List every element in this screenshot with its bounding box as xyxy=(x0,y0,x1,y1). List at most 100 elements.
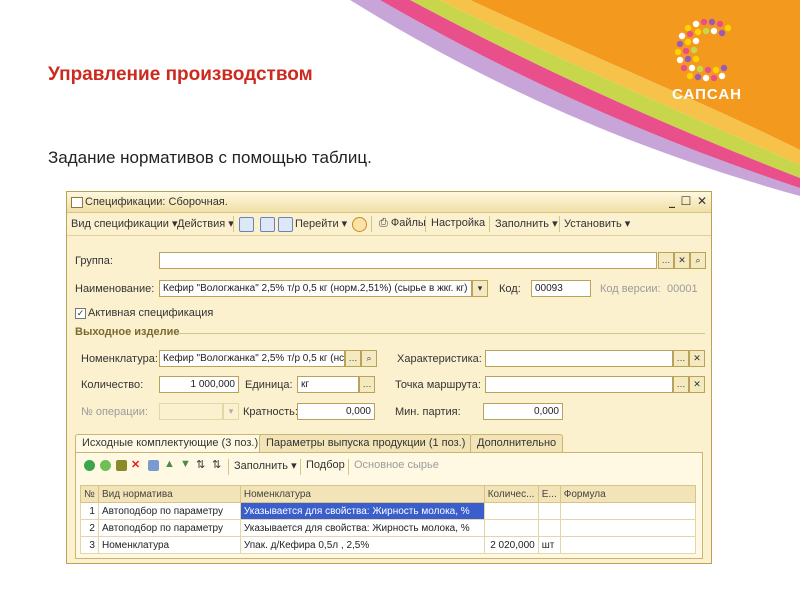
window-titlebar[interactable]: Спецификации: Сборочная. _ ☐ ✕ xyxy=(67,192,711,213)
row-kind[interactable]: Номенклатура xyxy=(97,536,241,554)
structure-icon[interactable] xyxy=(260,217,275,232)
route-point-select-button[interactable]: … xyxy=(673,376,689,393)
nomenclature-field[interactable]: Кефир "Вологжанка" 2,5% т/р 0,5 кг (нс xyxy=(159,350,345,367)
set-menu[interactable]: Установить ▾ xyxy=(564,217,630,230)
multiplicity-field[interactable]: 0,000 xyxy=(297,403,375,420)
sapsan-logo-icon xyxy=(674,18,732,82)
characteristic-field[interactable] xyxy=(485,350,673,367)
unit-label: Единица: xyxy=(245,379,293,391)
col-header-quantity[interactable]: Количес... xyxy=(483,485,539,503)
characteristic-label: Характеристика: xyxy=(397,353,482,365)
row-nomenclature[interactable]: Указывается для свойства: Жирность молок… xyxy=(239,502,485,520)
goto-menu[interactable]: Перейти ▾ xyxy=(295,217,347,230)
route-point-label: Точка маршрута: xyxy=(395,379,481,391)
toolbar-separator xyxy=(425,216,426,232)
group-field[interactable] xyxy=(159,252,657,269)
row-nomenclature[interactable]: Указывается для свойства: Жирность молок… xyxy=(239,519,485,537)
table-row[interactable]: 1 Автоподбор по параметру Указывается дл… xyxy=(80,502,697,520)
group-select-button[interactable]: … xyxy=(658,252,674,269)
tab-additional[interactable]: Дополнительно xyxy=(470,434,564,452)
chevron-down-icon: ▾ xyxy=(624,218,631,230)
row-unit[interactable]: шт xyxy=(537,536,561,554)
row-quantity[interactable]: 2 020,000 xyxy=(483,536,539,554)
refresh-icon[interactable] xyxy=(278,217,293,232)
actions-label: Действия xyxy=(177,218,226,230)
panel-fill-menu[interactable]: Заполнить ▾ xyxy=(234,459,297,472)
row-formula[interactable] xyxy=(559,536,697,554)
components-panel: ✕ ▲ ▼ ⇅ ⇅ Заполнить ▾ Подбор Основное сы… xyxy=(75,452,703,559)
end-edit-icon[interactable] xyxy=(148,460,159,471)
row-formula[interactable] xyxy=(559,519,697,537)
row-nomenclature[interactable]: Упак. д/Кефира 0,5л , 2,5% xyxy=(239,536,485,554)
group-search-icon[interactable]: ⌕ xyxy=(690,252,706,269)
chevron-down-icon: ▾ xyxy=(341,218,348,230)
edit-row-icon[interactable] xyxy=(116,460,127,471)
panel-fill-label: Заполнить xyxy=(234,460,289,472)
tab-source-components[interactable]: Исходные комплектующие (3 поз.) xyxy=(75,434,266,453)
spec-kind-menu[interactable]: Вид спецификации ▾ xyxy=(71,217,178,230)
slide-subtitle: Задание нормативов с помощью таблиц. xyxy=(48,148,372,167)
row-kind[interactable]: Автоподбор по параметру xyxy=(97,502,241,520)
sort-desc-icon[interactable]: ⇅ xyxy=(212,458,221,471)
post-icon[interactable] xyxy=(239,217,254,232)
characteristic-select-button[interactable]: … xyxy=(673,350,689,367)
row-formula[interactable] xyxy=(559,502,697,520)
quantity-label: Количество: xyxy=(81,379,144,391)
code-field[interactable]: 00093 xyxy=(531,280,591,297)
select-button[interactable]: Подбор xyxy=(306,459,345,471)
chevron-down-icon: ▾ xyxy=(552,218,558,230)
col-header-unit[interactable]: Е... xyxy=(537,485,561,503)
col-header-formula[interactable]: Формула xyxy=(559,485,697,503)
operation-label: № операции: xyxy=(81,406,148,418)
nomenclature-select-button[interactable]: … xyxy=(345,350,361,367)
table-row[interactable]: 2 Автоподбор по параметру Указывается дл… xyxy=(80,519,697,537)
min-batch-field[interactable]: 0,000 xyxy=(483,403,563,420)
row-quantity[interactable] xyxy=(483,502,539,520)
add-row-icon[interactable] xyxy=(84,460,95,471)
toolbar-separator xyxy=(300,459,301,475)
components-table: № Вид норматива Номенклатура Количес... … xyxy=(80,485,697,554)
files-label: Файлы xyxy=(390,217,426,229)
group-label: Группа: xyxy=(75,255,113,267)
move-up-icon[interactable]: ▲ xyxy=(164,458,175,470)
minimize-button[interactable]: _ xyxy=(665,194,679,208)
col-header-nomenclature[interactable]: Номенклатура xyxy=(239,485,485,503)
nomenclature-search-icon[interactable]: ⌕ xyxy=(361,350,377,367)
maximize-button[interactable]: ☐ xyxy=(679,194,693,208)
sort-asc-icon[interactable]: ⇅ xyxy=(196,458,205,471)
fill-menu[interactable]: Заполнить ▾ xyxy=(495,217,558,230)
copy-row-icon[interactable] xyxy=(100,460,111,471)
route-point-clear-button[interactable]: ✕ xyxy=(689,376,705,393)
tab-output-params[interactable]: Параметры выпуска продукции (1 поз.) xyxy=(259,434,473,452)
col-header-number[interactable]: № xyxy=(80,485,99,503)
unit-field[interactable]: кг xyxy=(297,376,359,393)
toolbar-separator xyxy=(233,216,234,232)
row-unit[interactable] xyxy=(537,519,561,537)
row-quantity[interactable] xyxy=(483,519,539,537)
name-dropdown-button[interactable]: ▾ xyxy=(472,280,488,297)
multiplicity-label: Кратность: xyxy=(243,406,298,418)
name-field[interactable]: Кефир "Вологжанка" 2,5% т/р 0,5 кг (норм… xyxy=(159,280,472,297)
route-point-field[interactable] xyxy=(485,376,673,393)
name-label: Наименование: xyxy=(75,283,155,295)
delete-row-icon[interactable]: ✕ xyxy=(131,458,140,471)
window-title: Спецификации: Сборочная. xyxy=(85,196,228,208)
close-button[interactable]: ✕ xyxy=(695,194,709,208)
active-spec-checkbox[interactable]: ✓ xyxy=(75,308,86,319)
table-row[interactable]: 3 Номенклатура Упак. д/Кефира 0,5л , 2,5… xyxy=(80,536,697,554)
files-button[interactable]: ⎙ Файлы xyxy=(379,217,426,230)
goto-label: Перейти xyxy=(295,218,339,230)
settings-button[interactable]: Настройка xyxy=(431,217,485,229)
unit-select-button[interactable]: … xyxy=(359,376,375,393)
row-kind[interactable]: Автоподбор по параметру xyxy=(97,519,241,537)
quantity-field[interactable]: 1 000,000 xyxy=(159,376,239,393)
group-clear-button[interactable]: ✕ xyxy=(674,252,690,269)
characteristic-clear-button[interactable]: ✕ xyxy=(689,350,705,367)
move-down-icon[interactable]: ▼ xyxy=(180,458,191,470)
help-icon[interactable] xyxy=(352,217,367,232)
spec-window: Спецификации: Сборочная. _ ☐ ✕ Вид специ… xyxy=(66,191,712,564)
row-unit[interactable] xyxy=(537,502,561,520)
tab-strip: Исходные комплектующие (3 поз.) Параметр… xyxy=(75,434,703,453)
actions-menu[interactable]: Действия ▾ xyxy=(177,217,234,230)
col-header-kind[interactable]: Вид норматива xyxy=(97,485,241,503)
